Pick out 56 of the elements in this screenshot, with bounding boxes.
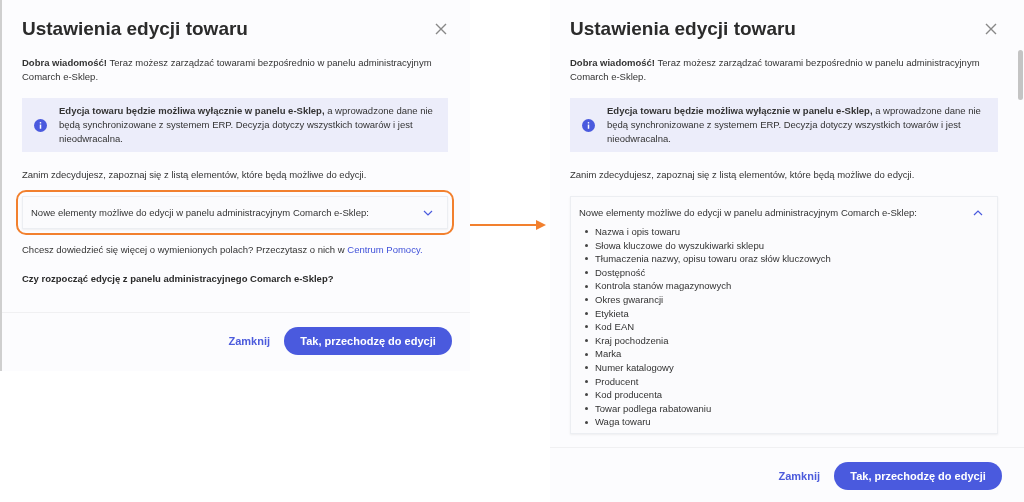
bullet-icon <box>585 366 588 370</box>
dialog-title: Ustawienia edycji towaru <box>22 18 248 40</box>
list-item: Waga towaru <box>595 415 651 429</box>
list-item: Towar podlega rabatowaniu <box>595 401 712 416</box>
list-item: Kod EAN <box>595 320 635 334</box>
list-item: Słowa kluczowe do wyszukiwarki sklepu <box>595 238 764 253</box>
lead-text: Zanim zdecydujesz, zapoznaj się z listą elementów, które będą możliwe do edycji. <box>570 168 916 182</box>
close-button[interactable]: Zamknij <box>228 335 270 347</box>
bullet-icon <box>585 325 588 329</box>
list-item: Kraj pochodzenia <box>595 333 669 348</box>
bullet-icon <box>585 393 588 397</box>
chevron-icon[interactable] <box>973 209 983 216</box>
bullet-icon <box>585 311 588 315</box>
accordion[interactable] <box>570 196 998 434</box>
close-icon[interactable] <box>434 22 448 36</box>
list-item: Okres gwarancji <box>595 292 664 307</box>
list-item: Tłumaczenia nazwy, opisu towaru oraz słów kluczowych <box>595 252 831 266</box>
help-text: Chcesz dowiedzieć się więcej o wymienionych polach? Przeczytasz o nich w Centrum Pomocy. <box>22 243 424 257</box>
list-item: Kontrola stanów magazynowych <box>595 279 732 293</box>
list-item: Etykieta <box>595 306 629 321</box>
list-item: Dostępność <box>595 265 646 280</box>
bullet-icon <box>585 339 588 343</box>
close-icon[interactable] <box>984 22 998 36</box>
list-item: Kod producenta <box>595 388 663 402</box>
chevron-icon[interactable] <box>423 209 433 216</box>
bullet-icon <box>585 284 588 288</box>
dialog-title: Ustawienia edycji towaru <box>570 18 796 40</box>
lead-text: Zanim zdecydujesz, zapoznaj się z listą elementów, które będą możliwe do edycji. <box>22 168 368 182</box>
info-icon <box>582 118 595 132</box>
bullet-icon <box>585 257 588 261</box>
bullet-icon <box>585 230 588 234</box>
close-button[interactable]: Zamknij <box>778 470 820 482</box>
list-item: Numer katalogowy <box>595 360 674 375</box>
info-text: Edycja towaru będzie możliwa wyłącznie w panelu e-Sklep, a wprowadzone dane nie będą synchronizowane z systemem ERP. Decyzja dotyczy wszystkich towarów i jest nieodwracalna. <box>607 104 982 146</box>
accordion[interactable]: Nowe elementy możliwe do edycji w panelu administracyjnym Comarch e-Sklep: <box>22 196 448 229</box>
accordion-title[interactable]: Nowe elementy możliwe do edycji w panelu administracyjnym Comarch e-Sklep: <box>579 207 917 218</box>
bullet-icon <box>585 243 588 247</box>
bullet-icon <box>585 298 588 302</box>
list-item: Producent <box>595 374 639 389</box>
bullet-icon <box>585 352 588 356</box>
list-item: Marka <box>595 347 622 361</box>
help-link[interactable]: Centrum Pomocy. <box>347 244 423 255</box>
bullet-icon <box>585 407 588 410</box>
info-text: Edycja towaru będzie możliwa wyłącznie w panelu e-Sklep, a wprowadzone dane nie będą synchronizowane z systemem ERP. Decyzja dotyczy wszystkich towarów i jest nieodwracalna. <box>59 104 434 146</box>
question-text: Czy rozpocząć edycję z panelu administracyjnego Comarch e-Sklep? <box>22 273 335 284</box>
confirm-button[interactable]: Tak, przechodzę do edycji <box>284 327 452 355</box>
accordion-title[interactable]: Nowe elementy możliwe do edycji w panelu administracyjnym Comarch e-Sklep: <box>31 207 369 218</box>
info-icon <box>34 118 47 132</box>
bullet-icon <box>585 379 588 383</box>
intro-text: Dobra wiadomość! Teraz możesz zarządzać towarami bezpośrednio w panelu administracyjnym Comarch e-Sklep. <box>570 56 981 84</box>
confirm-button[interactable]: Tak, przechodzę do edycji <box>834 462 1002 490</box>
bullet-icon <box>585 420 588 424</box>
list-item: Nazwa i opis towaru <box>595 225 680 239</box>
intro-text: Dobra wiadomość! Teraz możesz zarządzać towarami bezpośrednio w panelu administracyjnym Comarch e-Sklep. <box>22 56 433 84</box>
bullet-icon <box>585 271 588 275</box>
scrollbar[interactable] <box>1018 50 1023 100</box>
